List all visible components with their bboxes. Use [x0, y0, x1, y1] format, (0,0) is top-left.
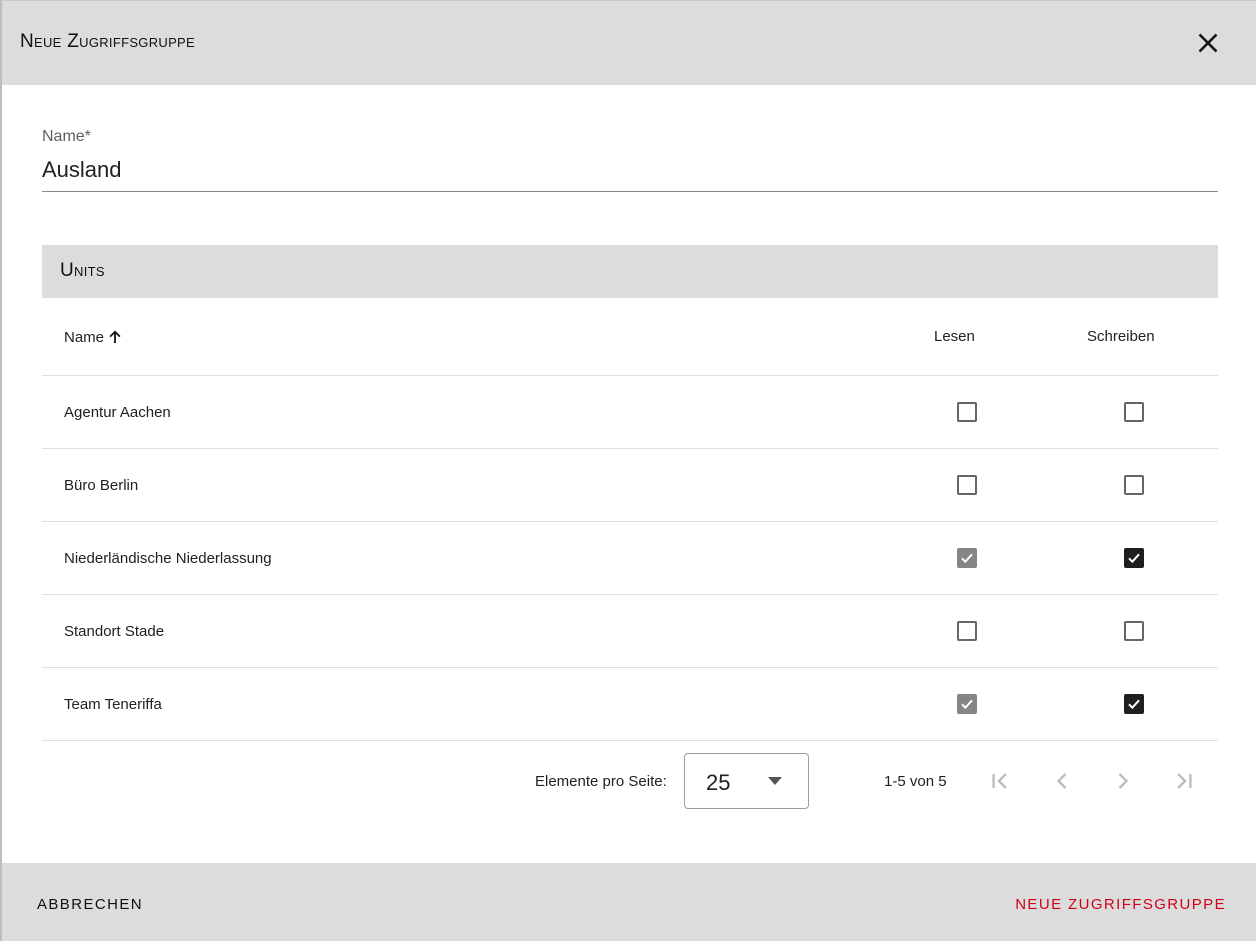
chevron-right-icon[interactable] [1109, 767, 1137, 795]
unit-name: Agentur Aachen [64, 404, 171, 421]
dialog-footer: ABBRECHEN NEUE ZUGRIFFSGRUPPE [2, 863, 1256, 941]
page-range-label: 1-5 von 5 [884, 773, 947, 790]
access-group-dialog: Neue Zugriffsgruppe Name* Units Name Les… [0, 0, 1256, 941]
create-access-group-button[interactable]: NEUE ZUGRIFFSGRUPPE [1015, 896, 1226, 913]
table-row: Agentur Aachen [42, 376, 1218, 449]
lesen-checkbox[interactable] [957, 548, 977, 568]
name-field-label: Name* [42, 128, 91, 145]
column-header-schreiben[interactable]: Schreiben [1087, 328, 1155, 345]
check-icon [961, 699, 973, 710]
lesen-checkbox[interactable] [957, 402, 977, 422]
table-row: Team Teneriffa [42, 668, 1218, 741]
unit-name: Büro Berlin [64, 477, 139, 494]
lesen-checkbox[interactable] [957, 621, 977, 641]
dropdown-arrow-icon [767, 776, 783, 786]
table-row: Niederländische Niederlassung [42, 522, 1218, 595]
schreiben-checkbox[interactable] [1124, 402, 1144, 422]
table-row: Standort Stade [42, 595, 1218, 668]
lesen-checkbox[interactable] [957, 475, 977, 495]
name-field: Name* [42, 125, 1218, 192]
cancel-button[interactable]: ABBRECHEN [37, 896, 143, 913]
chevron-left-icon[interactable] [1048, 767, 1076, 795]
table-row: Büro Berlin [42, 449, 1218, 522]
check-icon [961, 553, 973, 564]
column-header-lesen[interactable]: Lesen [934, 328, 975, 345]
table-header: Name Lesen Schreiben [42, 298, 1218, 376]
dialog-title: Neue Zugriffsgruppe [20, 31, 195, 52]
unit-name: Niederländische Niederlassung [64, 550, 272, 567]
schreiben-checkbox[interactable] [1124, 548, 1144, 568]
last-page-icon[interactable] [1170, 767, 1198, 795]
check-icon [1128, 553, 1140, 564]
arrow-up-icon [106, 328, 124, 346]
unit-name: Standort Stade [64, 623, 165, 640]
paginator: Elemente pro Seite: 25 1-5 von 5 [42, 742, 1218, 822]
name-input[interactable] [42, 155, 1218, 185]
schreiben-checkbox[interactable] [1124, 475, 1144, 495]
units-table: Name Lesen Schreiben Agentur Aachen Büro… [42, 298, 1218, 741]
page-size-value: 25 [706, 770, 731, 795]
schreiben-checkbox[interactable] [1124, 694, 1144, 714]
lesen-checkbox[interactable] [957, 694, 977, 714]
check-icon [1128, 699, 1140, 710]
close-icon[interactable] [1194, 29, 1222, 57]
units-section-title: Units [60, 260, 105, 281]
column-header-name[interactable]: Name [64, 328, 124, 346]
unit-name: Team Teneriffa [64, 696, 162, 713]
page-size-select[interactable]: 25 [684, 753, 809, 809]
schreiben-checkbox[interactable] [1124, 621, 1144, 641]
first-page-icon[interactable] [986, 767, 1014, 795]
items-per-page-label: Elemente pro Seite: [535, 773, 667, 790]
column-header-name-label: Name [64, 328, 105, 346]
units-section-header: Units [42, 245, 1218, 298]
dialog-header: Neue Zugriffsgruppe [2, 0, 1256, 85]
